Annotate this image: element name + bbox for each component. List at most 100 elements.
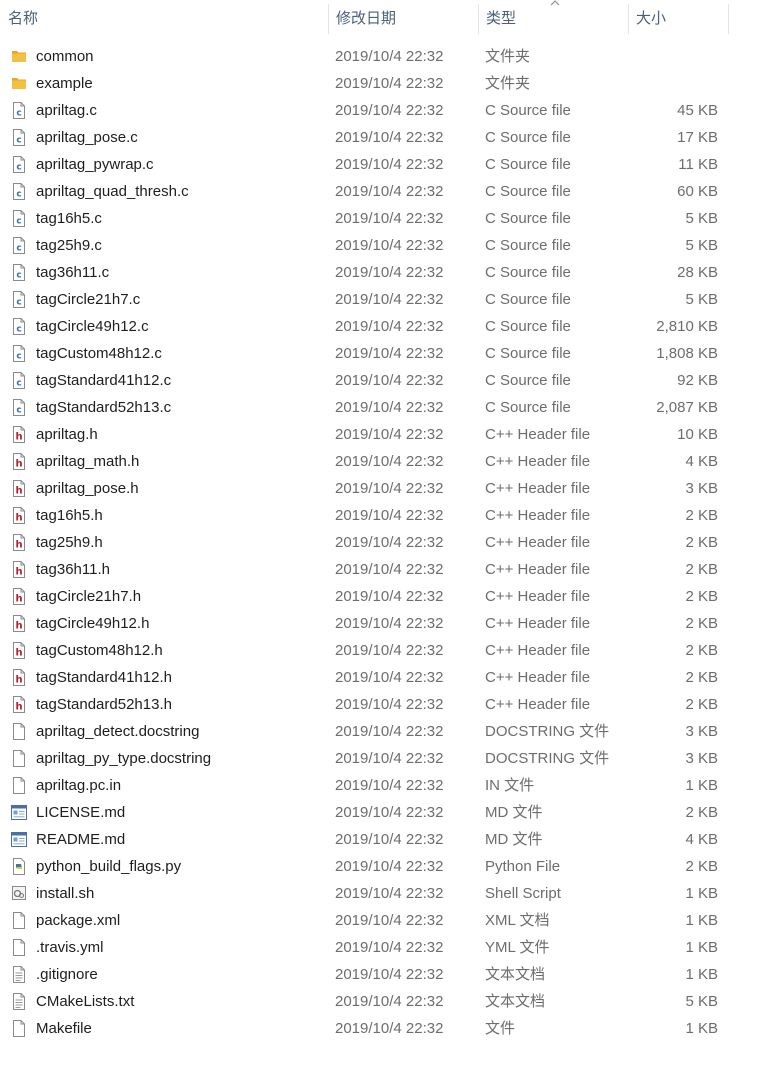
file-type: MD 文件	[485, 831, 543, 848]
file-name: tagCustom48h12.c	[36, 345, 162, 362]
file-size: 3 KB	[685, 750, 718, 767]
file-row[interactable]: c tag36h11.c 2019/10/4 22:32 C Source file 2…	[0, 259, 782, 286]
file-row[interactable]: h tag16h5.h 2019/10/4 22:32 C++ Header file…	[0, 502, 782, 529]
file-row[interactable]: h tag25h9.h 2019/10/4 22:32 C++ Header file…	[0, 529, 782, 556]
file-type: 文本文档	[485, 993, 546, 1010]
c-source-icon: c	[11, 129, 27, 146]
file-modified-date: 2019/10/4 22:32	[335, 615, 444, 632]
file-modified-date: 2019/10/4 22:32	[335, 777, 444, 794]
file-type: C++ Header file	[485, 588, 591, 605]
file-row[interactable]: apriltag.pc.in 2019/10/4 22:32 IN 文件 1 KB	[0, 772, 782, 799]
file-name: apriltag_py_type.docstring	[36, 750, 212, 767]
file-row[interactable]: package.xml 2019/10/4 22:32 XML 文档 1 KB	[0, 907, 782, 934]
file-size: 1 KB	[685, 912, 718, 929]
svg-text:c: c	[16, 109, 21, 119]
file-size: 2 KB	[685, 561, 718, 578]
file-modified-date: 2019/10/4 22:32	[335, 372, 444, 389]
file-row[interactable]: Makefile 2019/10/4 22:32 文件 1 KB	[0, 1015, 782, 1042]
file-row[interactable]: apriltag_detect.docstring 2019/10/4 22:32…	[0, 718, 782, 745]
file-row[interactable]: c apriltag.c 2019/10/4 22:32 C Source file 4…	[0, 97, 782, 124]
file-row[interactable]: example 2019/10/4 22:32 文件夹	[0, 70, 782, 97]
file-row[interactable]: common 2019/10/4 22:32 文件夹	[0, 43, 782, 70]
file-modified-date: 2019/10/4 22:32	[335, 75, 444, 92]
file-row[interactable]: h tagStandard52h13.h 2019/10/4 22:32 C++ He…	[0, 691, 782, 718]
file-type: Shell Script	[485, 885, 561, 902]
file-row[interactable]: c tag16h5.c 2019/10/4 22:32 C Source file 5 …	[0, 205, 782, 232]
file-row[interactable]: LICENSE.md 2019/10/4 22:32 MD 文件 2 KB	[0, 799, 782, 826]
file-row[interactable]: README.md 2019/10/4 22:32 MD 文件 4 KB	[0, 826, 782, 853]
svg-text:c: c	[16, 352, 21, 362]
file-type: C++ Header file	[485, 615, 591, 632]
file-modified-date: 2019/10/4 22:32	[335, 804, 444, 821]
file-row[interactable]: c tagStandard52h13.c 2019/10/4 22:32 C Sour…	[0, 394, 782, 421]
column-divider[interactable]	[728, 4, 729, 34]
file-type: C++ Header file	[485, 669, 591, 686]
file-row[interactable]: CMakeLists.txt 2019/10/4 22:32 文本文档 5 KB	[0, 988, 782, 1015]
file-modified-date: 2019/10/4 22:32	[335, 561, 444, 578]
file-row[interactable]: c apriltag_quad_thresh.c 2019/10/4 22:32 C …	[0, 178, 782, 205]
column-header-date[interactable]: 修改日期	[328, 0, 478, 38]
file-row[interactable]: apriltag_py_type.docstring 2019/10/4 22:3…	[0, 745, 782, 772]
file-size: 5 KB	[685, 993, 718, 1010]
svg-text:c: c	[16, 136, 21, 146]
file-name: tagCircle21h7.c	[36, 291, 141, 308]
file-modified-date: 2019/10/4 22:32	[335, 507, 444, 524]
file-row[interactable]: h tagCircle21h7.h 2019/10/4 22:32 C++ Heade…	[0, 583, 782, 610]
file-size: 17 KB	[677, 129, 718, 146]
text-file-icon	[11, 993, 27, 1010]
file-name: tagStandard52h13.h	[36, 696, 172, 713]
column-header-bar: 名称 修改日期 类型 大小	[0, 0, 782, 38]
file-row[interactable]: c apriltag_pywrap.c 2019/10/4 22:32 C Sourc…	[0, 151, 782, 178]
file-row[interactable]: h apriltag_math.h 2019/10/4 22:32 C++ Heade…	[0, 448, 782, 475]
column-header-size[interactable]: 大小	[628, 0, 728, 38]
file-modified-date: 2019/10/4 22:32	[335, 129, 444, 146]
file-modified-date: 2019/10/4 22:32	[335, 669, 444, 686]
file-modified-date: 2019/10/4 22:32	[335, 534, 444, 551]
file-modified-date: 2019/10/4 22:32	[335, 723, 444, 740]
file-modified-date: 2019/10/4 22:32	[335, 183, 444, 200]
file-row[interactable]: .gitignore 2019/10/4 22:32 文本文档 1 KB	[0, 961, 782, 988]
c-source-icon: c	[11, 210, 27, 227]
file-row[interactable]: c tagCustom48h12.c 2019/10/4 22:32 C Source…	[0, 340, 782, 367]
file-modified-date: 2019/10/4 22:32	[335, 156, 444, 173]
file-row[interactable]: python_build_flags.py 2019/10/4 22:32 Pyth…	[0, 853, 782, 880]
file-row[interactable]: c tag25h9.c 2019/10/4 22:32 C Source file 5 …	[0, 232, 782, 259]
file-modified-date: 2019/10/4 22:32	[335, 1020, 444, 1037]
file-name: tagCircle21h7.h	[36, 588, 142, 605]
file-name: apriltag_pose.c	[36, 129, 138, 146]
file-size: 1 KB	[685, 1020, 718, 1037]
svg-text:c: c	[16, 163, 21, 173]
blank-file-icon	[11, 939, 27, 956]
file-size: 2 KB	[685, 858, 718, 875]
file-type: C Source file	[485, 291, 571, 308]
file-row[interactable]: install.sh 2019/10/4 22:32 Shell Script 1 K…	[0, 880, 782, 907]
file-row[interactable]: h tagCircle49h12.h 2019/10/4 22:32 C++ Head…	[0, 610, 782, 637]
file-type: 文件夹	[485, 48, 531, 65]
file-size: 2 KB	[685, 588, 718, 605]
file-row[interactable]: h apriltag_pose.h 2019/10/4 22:32 C++ Heade…	[0, 475, 782, 502]
file-size: 4 KB	[685, 453, 718, 470]
file-type: DOCSTRING 文件	[485, 723, 610, 740]
file-name: tag16h5.c	[36, 210, 102, 227]
file-row[interactable]: h tag36h11.h 2019/10/4 22:32 C++ Header fil…	[0, 556, 782, 583]
file-row[interactable]: h tagCustom48h12.h 2019/10/4 22:32 C++ Head…	[0, 637, 782, 664]
svg-text:h: h	[15, 513, 22, 524]
file-row[interactable]: c tagStandard41h12.c 2019/10/4 22:32 C Sour…	[0, 367, 782, 394]
svg-text:c: c	[16, 298, 21, 308]
file-type: C Source file	[485, 399, 571, 416]
column-header-name[interactable]: 名称	[0, 0, 328, 38]
file-modified-date: 2019/10/4 22:32	[335, 642, 444, 659]
file-row[interactable]: c tagCircle49h12.c 2019/10/4 22:32 C Source…	[0, 313, 782, 340]
h-header-icon: h	[11, 426, 27, 443]
file-row[interactable]: .travis.yml 2019/10/4 22:32 YML 文件 1 KB	[0, 934, 782, 961]
file-row[interactable]: c apriltag_pose.c 2019/10/4 22:32 C Source …	[0, 124, 782, 151]
file-row[interactable]: h apriltag.h 2019/10/4 22:32 C++ Header fil…	[0, 421, 782, 448]
file-size: 2 KB	[685, 615, 718, 632]
c-source-icon: c	[11, 399, 27, 416]
file-row[interactable]: c tagCircle21h7.c 2019/10/4 22:32 C Source …	[0, 286, 782, 313]
file-type: C++ Header file	[485, 696, 591, 713]
svg-text:h: h	[15, 648, 22, 659]
markdown-file-icon	[11, 804, 27, 821]
file-row[interactable]: h tagStandard41h12.h 2019/10/4 22:32 C++ He…	[0, 664, 782, 691]
file-name: tag25h9.h	[36, 534, 103, 551]
